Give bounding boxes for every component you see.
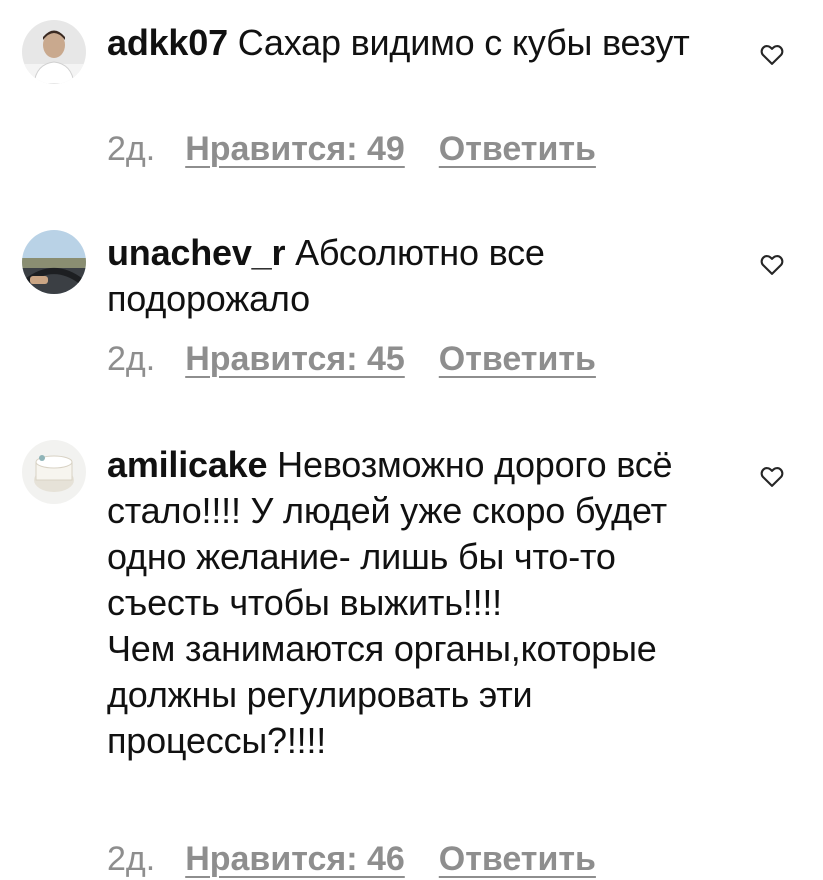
comment-text: adkk07 Сахар видимо с кубы везут (107, 20, 717, 66)
comment-item: adkk07 Сахар видимо с кубы везут 2д. Нрав… (0, 0, 823, 200)
comment-text: unachev_r Абсолютно все подорожало (107, 230, 717, 322)
comment-body: unachev_r Абсолютно все подорожало (107, 230, 717, 322)
comment-item: unachev_r Абсолютно все подорожало 2д. Нр… (0, 210, 823, 410)
avatar-image (22, 20, 86, 84)
heart-outline-icon[interactable] (758, 462, 786, 490)
avatar-image (22, 230, 86, 294)
comment-body: adkk07 Сахар видимо с кубы везут (107, 20, 717, 66)
comment-time: 2д. (107, 340, 156, 378)
avatar[interactable] (22, 230, 86, 294)
likes-count-link[interactable]: Нравится: 45 (185, 340, 405, 378)
comment-text: amilicake Невозможно дорого всё стало!!!… (107, 442, 717, 626)
reply-button[interactable]: Ответить (439, 130, 596, 168)
comment-text-continued: Чем занимаются органы,которые должны рег… (107, 628, 657, 761)
likes-count-link[interactable]: Нравится: 49 (185, 130, 405, 168)
comment-time: 2д. (107, 840, 156, 878)
comment-username[interactable]: unachev_r (107, 232, 285, 273)
reply-button[interactable]: Ответить (439, 340, 596, 378)
comment-time: 2д. (107, 130, 156, 168)
avatar[interactable] (22, 440, 86, 504)
avatar[interactable] (22, 20, 86, 84)
reply-button[interactable]: Ответить (439, 840, 596, 878)
comment-body: amilicake Невозможно дорого всё стало!!!… (107, 442, 717, 764)
heart-outline-icon[interactable] (758, 40, 786, 68)
heart-outline-icon[interactable] (758, 250, 786, 278)
comment-meta: 2д. Нравится: 46 Ответить (107, 840, 630, 880)
comment-meta: 2д. Нравится: 49 Ответить (107, 130, 630, 170)
comment-meta: 2д. Нравится: 45 Ответить (107, 340, 630, 380)
comment-username[interactable]: amilicake (107, 444, 268, 485)
comment-username[interactable]: adkk07 (107, 22, 228, 63)
comment-message: Сахар видимо с кубы везут (237, 22, 690, 63)
avatar-image (22, 440, 86, 504)
comment-item: amilicake Невозможно дорого всё стало!!!… (0, 420, 823, 878)
likes-count-link[interactable]: Нравится: 46 (185, 840, 405, 878)
